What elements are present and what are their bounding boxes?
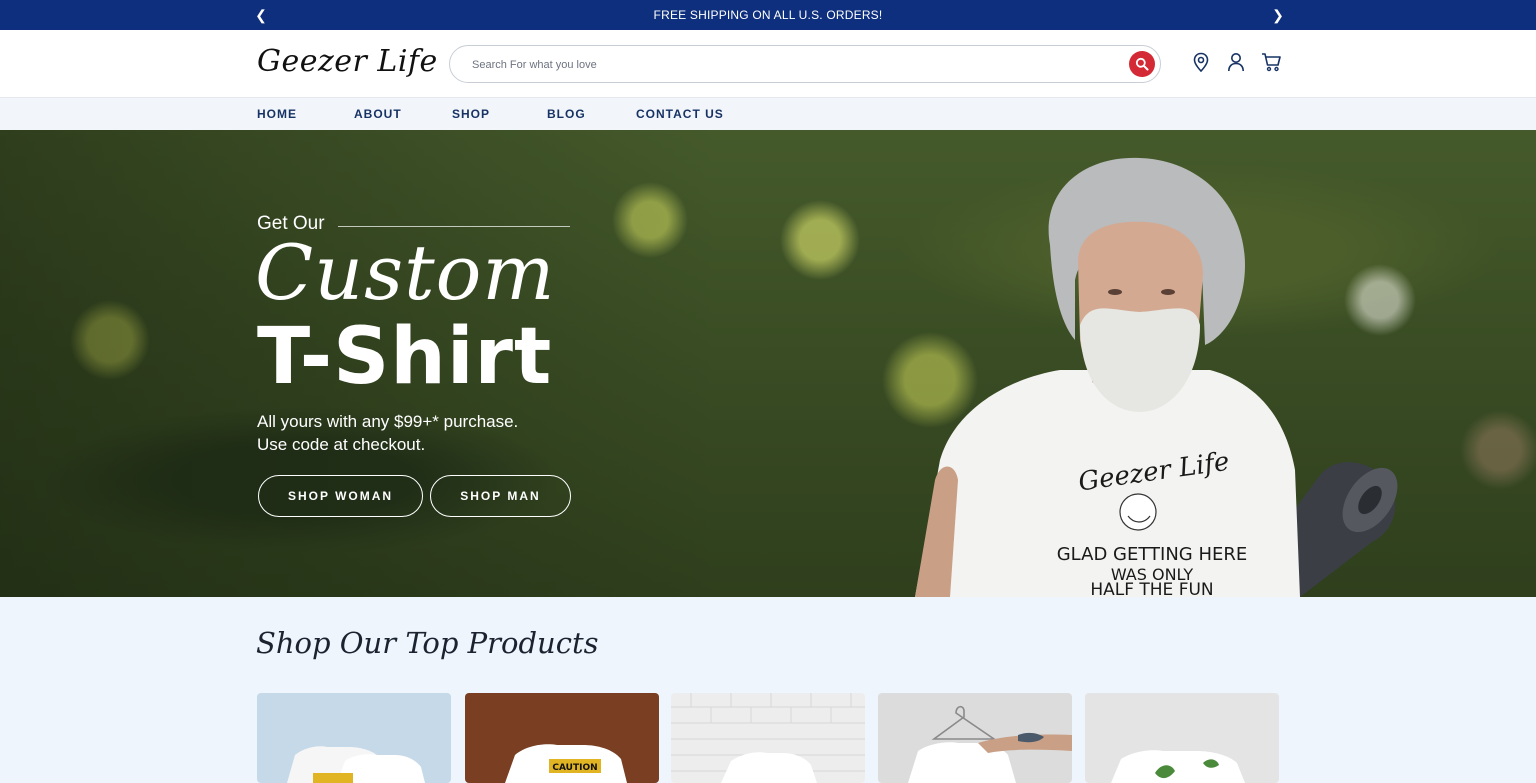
hero-model-image: Geezer Life GLAD GETTING HERE WAS ONLY H… [915,157,1398,597]
nav-item-shop[interactable]: SHOP [452,98,490,130]
product-card[interactable] [257,693,451,783]
hero-subtitle: All yours with any $99+* purchase. Use c… [257,410,617,456]
announcement-bar: ❮ FREE SHIPPING ON ALL U.S. ORDERS! ❯ [0,0,1536,30]
main-nav: HOME ABOUT SHOP BLOG CONTACT US [0,98,1536,130]
product-image [671,693,865,783]
product-image [908,705,1072,783]
product-image: CAUTION [505,744,627,783]
top-products-heading: Shop Our Top Products [256,626,599,660]
product-card[interactable] [671,693,865,783]
hero-subtitle-line1: All yours with any $99+* purchase. [257,412,519,431]
hero-banner: Geezer Life GLAD GETTING HERE WAS ONLY H… [0,130,1536,597]
hero-script-title: Custom [255,228,556,317]
hero-subtitle-line2: Use code at checkout. [257,435,426,454]
account-button[interactable] [1225,51,1247,73]
location-button[interactable] [1190,51,1212,73]
nav-item-blog[interactable]: BLOG [547,98,586,130]
chevron-right-icon[interactable]: ❯ [1266,0,1290,30]
cart-button[interactable] [1260,51,1282,73]
search-input[interactable] [472,55,1112,75]
site-header: Geezer Life [0,30,1536,98]
product-image [287,746,425,783]
search-icon [1135,57,1149,71]
hero-eyebrow-divider [338,226,570,227]
search-bar [449,45,1161,83]
shirt-line3-text: HALF THE FUN [1090,580,1213,597]
hero-big-title: T-Shirt [257,312,553,402]
product-image [1111,750,1245,783]
cart-icon [1261,53,1281,72]
user-icon [1228,53,1244,72]
product-print-text: CAUTION [552,763,597,773]
nav-item-home[interactable]: HOME [257,98,297,130]
site-logo[interactable]: Geezer Life [257,44,438,79]
shirt-line1-text: GLAD GETTING HERE [1057,544,1248,565]
shop-woman-button[interactable]: SHOP WOMAN [258,475,423,517]
location-pin-icon [1193,52,1209,72]
nav-item-contact-us[interactable]: CONTACT US [636,98,724,130]
shop-man-button[interactable]: SHOP MAN [430,475,571,517]
product-card[interactable] [878,693,1072,783]
nav-item-about[interactable]: ABOUT [354,98,402,130]
search-button[interactable] [1129,51,1155,77]
announcement-text: FREE SHIPPING ON ALL U.S. ORDERS! [653,8,883,22]
product-card[interactable]: CAUTION [465,693,659,783]
product-card[interactable] [1085,693,1279,783]
